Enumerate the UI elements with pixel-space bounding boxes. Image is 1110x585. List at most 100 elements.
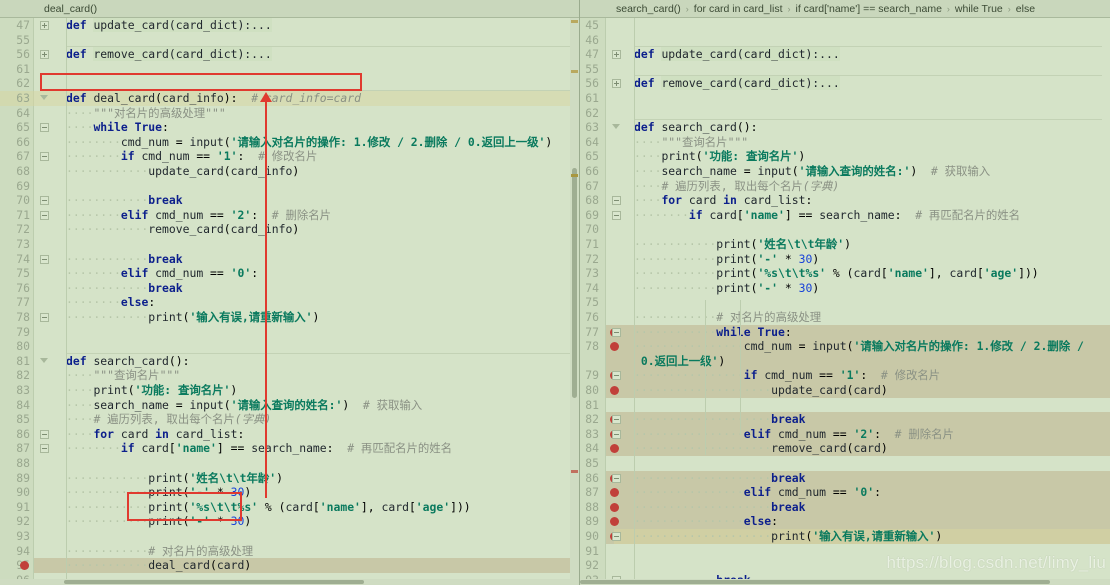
fold-minus-icon[interactable] bbox=[612, 473, 621, 483]
code-line[interactable]: ············remove_card(card_info) bbox=[66, 222, 299, 237]
fold-minus-icon[interactable] bbox=[40, 444, 49, 454]
fold-minus-icon[interactable] bbox=[612, 210, 621, 220]
code-line[interactable]: ············print('-' * 30) bbox=[634, 281, 819, 296]
fold-plus-icon[interactable] bbox=[612, 50, 621, 60]
code-line[interactable]: ············deal_card(card) bbox=[66, 558, 251, 573]
fold-plus-icon[interactable] bbox=[40, 21, 49, 30]
fold-minus-icon[interactable] bbox=[612, 327, 621, 337]
fold-minus-icon[interactable] bbox=[612, 415, 621, 425]
breadcrumb-item[interactable]: for card in card_list bbox=[694, 3, 783, 15]
code-line[interactable]: def deal_card(card_info): # card_info=ca… bbox=[66, 91, 361, 106]
code-line[interactable]: ············print('姓名\t\t年龄') bbox=[634, 237, 851, 252]
code-line[interactable]: def update_card(card_dict):... bbox=[66, 18, 272, 33]
code-line[interactable]: ············# 对名片的高级处理 bbox=[634, 310, 821, 325]
code-line[interactable]: def search_card(): bbox=[66, 354, 189, 369]
breadcrumb-left[interactable]: deal_card() bbox=[0, 0, 579, 18]
fold-minus-icon[interactable] bbox=[40, 123, 49, 133]
code-line[interactable]: ············print('输入有误,请重新输入') bbox=[66, 310, 319, 325]
fold-arrow-icon[interactable] bbox=[40, 94, 49, 103]
code-line[interactable]: ····"""对名片的高级处理""" bbox=[66, 106, 226, 121]
code-line[interactable]: ················cmd_num = input('请输入对名片的… bbox=[634, 339, 1091, 354]
code-line[interactable]: ········if cmd_num == '1': # 修改名片 bbox=[66, 149, 317, 164]
code-line[interactable]: ············print('-' * 30) bbox=[634, 252, 819, 267]
code-line[interactable]: ················elif cmd_num == '2': # 删… bbox=[634, 427, 954, 442]
code-line[interactable]: ············print('-' * 30) bbox=[66, 514, 251, 529]
fold-minus-icon[interactable] bbox=[40, 254, 49, 264]
code-line[interactable]: ············break bbox=[66, 252, 183, 267]
code-line[interactable]: ············update_card(card_info) bbox=[66, 164, 299, 179]
code-line[interactable]: ········elif cmd_num == '2': # 删除名片 bbox=[66, 208, 331, 223]
code-line[interactable]: def remove_card(card_dict):... bbox=[66, 47, 272, 62]
breakpoint-icon[interactable] bbox=[610, 386, 619, 395]
code-line[interactable]: ········if card['name'] == search_name: … bbox=[634, 208, 1020, 223]
breadcrumb-item[interactable]: while True bbox=[955, 3, 1003, 15]
code-line[interactable]: 0.返回上一级') bbox=[634, 354, 725, 369]
breakpoint-icon[interactable] bbox=[610, 502, 619, 512]
fold-minus-icon[interactable] bbox=[40, 313, 49, 322]
code-line[interactable]: ····for card in card_list: bbox=[66, 427, 244, 442]
breadcrumb-item[interactable]: deal_card() bbox=[44, 3, 97, 15]
code-line[interactable]: def update_card(card_dict):... bbox=[634, 47, 840, 62]
code-line[interactable]: ····················break bbox=[634, 500, 805, 515]
code-line[interactable]: ····search_name = input('请输入查询的姓名:') # 获… bbox=[66, 398, 422, 413]
code-line[interactable]: ················if cmd_num == '1': # 修改名… bbox=[634, 368, 940, 383]
code-line[interactable]: ····print('功能: 查询名片') bbox=[634, 149, 805, 164]
fold-arrow-icon[interactable] bbox=[40, 357, 49, 366]
breadcrumb-item[interactable]: else bbox=[1016, 3, 1035, 15]
code-line[interactable]: ····"""查询名片""" bbox=[66, 368, 180, 383]
hscrollbar-right[interactable] bbox=[580, 579, 1110, 585]
code-line[interactable]: ····················break bbox=[634, 471, 805, 486]
code-line[interactable]: ········if card['name'] == search_name: … bbox=[66, 441, 452, 456]
hscroll-thumb-right[interactable] bbox=[580, 580, 1050, 584]
fold-minus-icon[interactable] bbox=[40, 210, 49, 220]
vscroll-thumb-left[interactable] bbox=[572, 168, 577, 398]
code-line[interactable]: ············print('姓名\t\t年龄') bbox=[66, 471, 283, 486]
code-line[interactable]: ················else: bbox=[634, 514, 778, 529]
code-line[interactable]: ····print('功能: 查询名片') bbox=[66, 383, 237, 398]
hscroll-thumb-left[interactable] bbox=[64, 580, 364, 584]
code-line[interactable]: def remove_card(card_dict):... bbox=[634, 76, 840, 91]
code-line[interactable]: ····················remove_card(card) bbox=[634, 441, 888, 456]
fold-minus-icon[interactable] bbox=[40, 196, 49, 206]
fold-minus-icon[interactable] bbox=[612, 429, 621, 439]
line-number: 85 bbox=[16, 412, 30, 427]
fold-minus-icon[interactable] bbox=[40, 152, 49, 162]
breadcrumb-item[interactable]: search_card() bbox=[616, 3, 681, 15]
vscrollbar-left[interactable] bbox=[570, 18, 579, 585]
code-line[interactable]: ····"""查询名片""" bbox=[634, 135, 748, 150]
code-line[interactable]: ············print('%s\t\t%s' % (card['na… bbox=[66, 500, 471, 515]
fold-minus-icon[interactable] bbox=[612, 532, 621, 541]
editor-area-left[interactable]: 47 def update_card(card_dict):... 55 56 def … bbox=[0, 18, 579, 585]
code-line[interactable]: ········else: bbox=[66, 295, 155, 310]
editor-pane-right[interactable]: search_card() › for card in card_list › if c… bbox=[580, 0, 1110, 585]
editor-pane-left[interactable]: deal_card() 47 def update_card(card_dict)… bbox=[0, 0, 580, 585]
fold-plus-icon[interactable] bbox=[40, 50, 49, 60]
code-line[interactable]: ····# 遍历列表, 取出每个名片(字典) bbox=[634, 179, 839, 194]
code-line[interactable]: ····················print('输入有误,请重新输入') bbox=[634, 529, 942, 544]
code-line[interactable]: def search_card(): bbox=[634, 120, 757, 135]
editor-area-right[interactable]: 45 46 47 def update_card(card_dict):... 55 56… bbox=[580, 18, 1110, 585]
code-line[interactable]: ············print('-' * 30) bbox=[66, 485, 251, 500]
breadcrumb-right[interactable]: search_card() › for card in card_list › if c… bbox=[580, 0, 1110, 18]
fold-arrow-icon[interactable] bbox=[612, 123, 621, 132]
fold-minus-icon[interactable] bbox=[612, 371, 621, 381]
code-line[interactable]: ····················break bbox=[634, 412, 805, 427]
code-line[interactable]: ············# 对名片的高级处理 bbox=[66, 544, 253, 559]
code-line[interactable]: ········cmd_num = input('请输入对名片的操作: 1.修改… bbox=[66, 135, 552, 150]
fold-plus-icon[interactable] bbox=[612, 79, 621, 89]
code-line[interactable]: ····search_name = input('请输入查询的姓名:') # 获… bbox=[634, 164, 990, 179]
fold-minus-icon[interactable] bbox=[612, 196, 621, 206]
breadcrumb-item[interactable]: if card['name'] == search_name bbox=[795, 3, 941, 15]
code-line[interactable]: ····················update_card(card) bbox=[634, 383, 888, 398]
code-line[interactable]: ············while True: bbox=[634, 325, 792, 340]
code-line[interactable]: ····while True: bbox=[66, 120, 169, 135]
code-line[interactable]: ················elif cmd_num == '0': bbox=[634, 485, 881, 500]
code-line[interactable]: ········elif cmd_num == '0': bbox=[66, 266, 258, 281]
fold-minus-icon[interactable] bbox=[40, 429, 49, 439]
code-line[interactable]: ············break bbox=[66, 193, 183, 208]
code-line[interactable]: ············break bbox=[66, 281, 183, 296]
code-line[interactable]: ····# 遍历列表, 取出每个名片(字典) bbox=[66, 412, 271, 427]
code-line[interactable]: ············print('%s\t\t%s' % (card['na… bbox=[634, 266, 1039, 281]
code-line[interactable]: ····for card in card_list: bbox=[634, 193, 812, 208]
hscrollbar-left[interactable] bbox=[0, 579, 579, 585]
